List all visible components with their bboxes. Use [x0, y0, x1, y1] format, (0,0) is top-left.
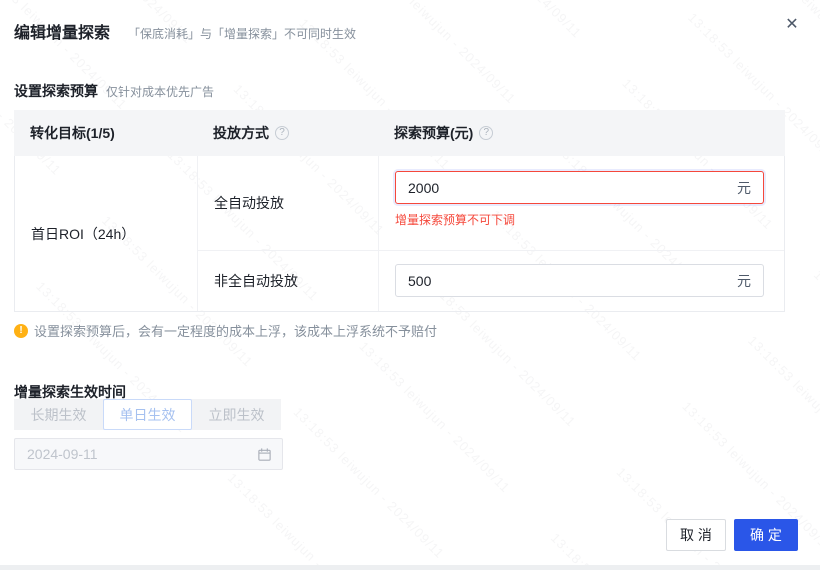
budget-table-header: 转化目标(1/5) 投放方式 ? 探索预算(元) ? — [14, 110, 785, 156]
dialog-title: 编辑增量探索 — [14, 25, 111, 42]
cost-notice: ! 设置探索预算后，会有一定程度的成本上浮，该成本上浮系统不予赔付 — [14, 321, 437, 340]
modal-bottom-edge — [0, 565, 820, 570]
budget-table: 转化目标(1/5) 投放方式 ? 探索预算(元) ? 首日ROI（24h） 全自… — [14, 110, 785, 312]
conversion-goal-cell: 首日ROI（24h） — [15, 156, 198, 311]
date-picker[interactable] — [14, 438, 283, 470]
cost-notice-text: 设置探索预算后，会有一定程度的成本上浮，该成本上浮系统不予赔付 — [34, 324, 438, 339]
budget-section-heading: 设置探索预算 仅针对成本优先广告 — [14, 81, 214, 101]
dialog-footer: 取 消 确 定 — [666, 519, 798, 551]
confirm-button[interactable]: 确 定 — [734, 519, 798, 551]
budget-table-body: 首日ROI（24h） 全自动投放 元 增量探索预算不可下调 非全自动投放 元 — [14, 156, 785, 312]
budget-section-title: 设置探索预算 — [14, 83, 98, 99]
tab-immediate[interactable]: 立即生效 — [192, 399, 281, 430]
unit-label: 元 — [737, 272, 751, 289]
budget-section-hint: 仅针对成本优先广告 — [106, 85, 215, 99]
unit-label: 元 — [737, 179, 751, 196]
help-icon[interactable]: ? — [275, 126, 289, 140]
help-icon[interactable]: ? — [479, 126, 494, 140]
budget-input-nonauto[interactable] — [408, 272, 729, 289]
edit-dialog: 13:18:53 leiwujun - 2024/09/1113:18:53 l… — [0, 0, 820, 570]
cancel-button[interactable]: 取 消 — [666, 519, 726, 551]
budget-error-message: 增量探索预算不可下调 — [395, 213, 516, 227]
calendar-icon — [257, 447, 272, 462]
budget-cell-auto: 元 增量探索预算不可下调 — [379, 156, 784, 250]
effective-time-tabs: 长期生效 单日生效 立即生效 — [14, 399, 281, 430]
budget-input-auto[interactable] — [408, 179, 729, 196]
close-icon[interactable]: ✕ — [780, 12, 804, 36]
budget-input-wrapper: 元 — [395, 264, 764, 297]
header-conversion-goal: 转化目标(1/5) — [30, 125, 115, 141]
header-exploration-budget: 探索预算(元) ? — [378, 123, 785, 143]
budget-cell-nonauto: 元 — [379, 250, 784, 311]
header-delivery-mode: 投放方式 ? — [197, 123, 378, 143]
warning-icon: ! — [14, 323, 28, 338]
delivery-mode-cell-nonauto: 非全自动投放 — [198, 250, 379, 311]
dialog-header: 编辑增量探索 「保底消耗」与「增量探索」不可同时生效 — [14, 19, 356, 43]
delivery-mode-cell-auto: 全自动投放 — [198, 156, 379, 250]
tab-single-day[interactable]: 单日生效 — [103, 399, 192, 430]
date-input[interactable] — [27, 446, 257, 462]
budget-input-wrapper: 元 — [395, 171, 764, 204]
dialog-subtitle: 「保底消耗」与「增量探索」不可同时生效 — [128, 27, 357, 41]
tab-long-term[interactable]: 长期生效 — [14, 399, 103, 430]
